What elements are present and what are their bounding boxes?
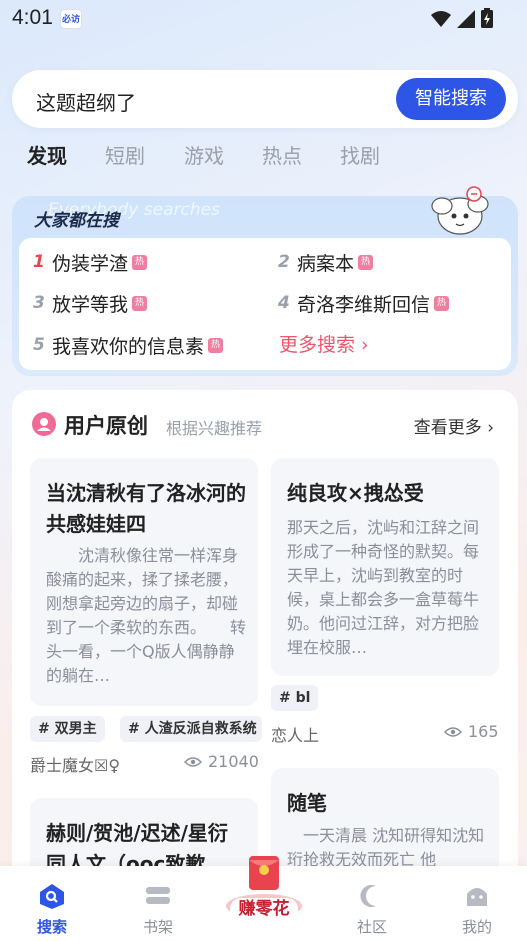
earn-label: 赚零花 [230,898,298,920]
hot-rank: 1 [33,252,45,272]
eye-icon [444,726,462,737]
hot-search-item[interactable]: 1 伪装学渣 热 [33,248,148,276]
more-search-link[interactable]: 更多搜索 › [279,330,369,357]
story-author[interactable]: 爵士魔女☒♀ [30,752,120,776]
nav-label: 书架 [142,918,173,936]
hot-badge: 热 [434,295,450,311]
community-icon [360,885,376,907]
profile-icon [467,888,487,906]
earn-pocket-money-button[interactable]: 赚零花 [224,850,304,920]
hot-search-label: 病案本 [297,252,355,275]
search-input[interactable]: 这题超纲了 [36,87,136,116]
hot-badge: 热 [132,295,148,311]
section-subtitle: 根据兴趣推荐 [166,419,263,438]
hot-search-item[interactable]: 5 我喜欢你的信息素 热 [33,331,224,359]
signal-icon [457,10,475,28]
nav-bookshelf[interactable]: 书架 [113,866,203,941]
tab-short-drama[interactable]: 短剧 [105,140,145,169]
hot-search-title: 大家都在搜 [34,211,119,231]
story-tag[interactable]: # bl [271,685,319,711]
user-original-icon [32,412,56,436]
view-count: 21040 [184,752,259,771]
hot-rank: 4 [278,293,290,313]
battery-icon [481,8,493,28]
view-count: 165 [444,722,499,741]
story-author[interactable]: 恋人上 [271,722,319,746]
story-tag[interactable]: # 人渣反派自救系统 [120,716,262,742]
hot-rank: 2 [278,252,290,272]
nav-label: 搜索 [36,918,67,936]
nav-label: 社区 [356,918,387,936]
tab-games[interactable]: 游戏 [184,140,224,169]
eye-icon [184,756,202,767]
story-card[interactable]: 纯良攻×拽怂受 那天之后，沈屿和江辞之间形成了一种奇怪的默契。每天早上，沈屿到教… [271,458,499,676]
story-title: 纯良攻×拽怂受 [287,481,424,505]
section-title: 用户原创 [64,414,148,438]
hot-search-label: 奇洛李维斯回信 [297,293,431,316]
nav-community[interactable]: 社区 [327,866,417,941]
view-more-link[interactable]: 查看更多 › [414,413,494,438]
nav-label: 我的 [461,918,492,936]
story-title: 当沈清秋有了洛冰河的共感娃娃四 [46,481,246,536]
hot-badge: 热 [208,337,224,353]
hot-search-item[interactable]: 2 病案本 热 [278,248,374,276]
hot-rank: 3 [33,293,45,313]
status-icons [431,8,493,28]
nav-search[interactable]: 搜索 [7,866,97,941]
story-tag[interactable]: # 双男主 [30,716,105,742]
story-excerpt: 一天清晨 沈知研得知沈知珩抢救无效而死亡 他 [287,826,485,869]
hot-search-list: 1 伪装学渣 热 2 病案本 热 3 放学等我 热 4 奇洛李维斯回信 热 5 … [19,238,511,370]
status-time: 4:01 [12,6,53,29]
tab-find-drama[interactable]: 找剧 [340,140,380,169]
smart-search-button[interactable]: 智能搜索 [396,78,506,120]
search-bar[interactable]: 这题超纲了 智能搜索 [12,70,518,128]
story-title: 随笔 [287,791,327,815]
view-count-value: 21040 [208,752,259,771]
tab-discover[interactable]: 发现 [27,140,67,169]
wifi-icon [431,11,451,27]
hot-badge: 热 [358,254,374,270]
view-count-value: 165 [468,722,499,741]
hot-search-label: 我喜欢你的信息素 [52,335,205,358]
hot-search-item[interactable]: 3 放学等我 热 [33,289,148,317]
hot-badge: 热 [132,254,148,270]
mascot-icon [431,186,489,235]
status-bar: 4:01 必访 [0,0,527,38]
story-excerpt: 那天之后，沈屿和江辞之间形成了一种奇怪的默契。每天早上，沈屿到教室的时候，桌上都… [287,518,480,657]
hot-search-label: 伪装学渣 [52,252,129,275]
nav-profile[interactable]: 我的 [432,866,522,941]
tab-trending[interactable]: 热点 [262,140,302,169]
hot-search-item[interactable]: 4 奇洛李维斯回信 热 [278,289,450,317]
search-nav-icon [40,884,64,909]
hot-search-label: 放学等我 [52,293,129,316]
hot-rank: 5 [33,335,45,355]
top-tabs: 发现 短剧 游戏 热点 找剧 [0,140,527,174]
notification-app-icon: 必访 [60,9,82,29]
story-card[interactable]: 当沈清秋有了洛冰河的共感娃娃四 沈清秋像往常一样浑身酸痛的起来，揉了揉老腰，刚想… [30,458,258,706]
story-excerpt: 沈清秋像往常一样浑身酸痛的起来，揉了揉老腰，刚想拿起旁边的扇子，却碰到了一个柔软… [46,546,246,685]
bookshelf-icon [146,887,170,904]
